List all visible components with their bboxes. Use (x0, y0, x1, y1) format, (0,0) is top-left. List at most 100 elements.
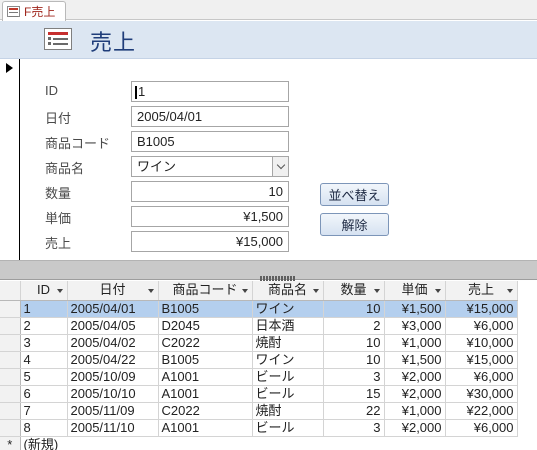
table-cell[interactable]: 2005/10/09 (67, 368, 159, 386)
table-cell[interactable]: ¥2,000 (384, 385, 446, 403)
table-cell[interactable]: A1001 (158, 368, 253, 386)
table-cell[interactable]: 5 (20, 368, 68, 386)
table-cell[interactable] (445, 436, 517, 450)
table-cell[interactable]: 2005/04/01 (67, 300, 159, 318)
table-cell[interactable]: 6 (20, 385, 68, 403)
combo-dropdown-button[interactable] (272, 157, 288, 176)
table-cell[interactable]: 8 (20, 419, 68, 437)
table-cell[interactable]: ¥10,000 (445, 334, 518, 352)
table-cell[interactable]: A1001 (158, 385, 253, 403)
table-cell[interactable] (384, 436, 445, 450)
product-name-combo[interactable]: ワイン (131, 156, 289, 177)
table-cell[interactable]: C2022 (158, 402, 253, 420)
clear-sort-button[interactable]: 解除 (320, 213, 389, 236)
table-row[interactable]: 4 2005/04/22 B1005 ワイン 10 ¥1,500 ¥15,000 (0, 351, 518, 369)
column-header[interactable]: 数量 (323, 281, 385, 301)
column-header[interactable]: 単価 (384, 281, 446, 301)
column-header[interactable]: 日付 (67, 281, 159, 301)
table-cell[interactable]: C2022 (158, 334, 253, 352)
table-cell[interactable]: ワイン (252, 300, 324, 318)
product-code-field[interactable]: B1005 (131, 131, 289, 152)
filter-dropdown-icon[interactable] (434, 289, 441, 293)
table-row[interactable]: 5 2005/10/09 A1001 ビール 3 ¥2,000 ¥6,000 (0, 368, 518, 386)
table-cell[interactable]: ¥6,000 (445, 317, 518, 335)
table-cell[interactable]: ビール (252, 368, 324, 386)
table-cell[interactable]: 10 (323, 351, 385, 369)
column-header[interactable]: 商品名 (252, 281, 324, 301)
table-cell[interactable]: 7 (20, 402, 68, 420)
table-cell[interactable]: ビール (252, 385, 324, 403)
table-cell[interactable] (158, 436, 252, 450)
table-cell[interactable]: 日本酒 (252, 317, 324, 335)
new-record-marker-icon[interactable]: * (0, 436, 21, 450)
row-selector[interactable] (0, 317, 21, 335)
new-record-label[interactable]: (新規) (20, 436, 158, 450)
sort-button[interactable]: 並べ替え (320, 183, 389, 206)
row-selector[interactable] (0, 300, 21, 318)
table-cell[interactable]: 2005/10/10 (67, 385, 159, 403)
table-cell[interactable]: 2005/04/05 (67, 317, 159, 335)
table-cell[interactable]: ¥2,000 (384, 368, 446, 386)
select-all-corner[interactable] (0, 281, 21, 301)
table-cell[interactable]: 3 (20, 334, 68, 352)
table-cell[interactable]: 22 (323, 402, 385, 420)
table-cell[interactable]: A1001 (158, 419, 253, 437)
tab-sales-form[interactable]: F売上 (2, 1, 66, 21)
table-cell[interactable]: 2005/04/02 (67, 334, 159, 352)
date-field[interactable]: 2005/04/01 (131, 106, 289, 127)
row-selector[interactable] (0, 368, 21, 386)
column-header[interactable]: 商品コード (158, 281, 253, 301)
table-row[interactable]: 7 2005/11/09 C2022 焼酎 22 ¥1,000 ¥22,000 (0, 402, 518, 420)
row-selector[interactable] (0, 334, 21, 352)
table-cell[interactable] (252, 436, 323, 450)
filter-dropdown-icon[interactable] (506, 289, 513, 293)
table-cell[interactable]: ¥30,000 (445, 385, 518, 403)
table-cell[interactable]: 2 (323, 317, 385, 335)
id-field[interactable]: 1 (131, 81, 289, 102)
row-selector[interactable] (0, 385, 21, 403)
filter-dropdown-icon[interactable] (373, 289, 380, 293)
table-cell[interactable]: 2005/04/22 (67, 351, 159, 369)
table-cell[interactable]: 3 (323, 368, 385, 386)
table-row[interactable]: 1 2005/04/01 B1005 ワイン 10 ¥1,500 ¥15,000 (0, 300, 518, 318)
table-cell[interactable]: ¥1,500 (384, 300, 446, 318)
table-cell[interactable]: ¥1,000 (384, 402, 446, 420)
filter-dropdown-icon[interactable] (312, 289, 319, 293)
filter-dropdown-icon[interactable] (241, 289, 248, 293)
table-cell[interactable]: ¥15,000 (445, 351, 518, 369)
table-cell[interactable]: ¥2,000 (384, 419, 446, 437)
table-cell[interactable]: 15 (323, 385, 385, 403)
filter-dropdown-icon[interactable] (147, 289, 154, 293)
row-selector[interactable] (0, 402, 21, 420)
table-cell[interactable]: 10 (323, 334, 385, 352)
table-cell[interactable]: ビール (252, 419, 324, 437)
table-cell[interactable]: 焼酎 (252, 334, 324, 352)
table-cell[interactable]: 2005/11/09 (67, 402, 159, 420)
table-cell[interactable]: ¥6,000 (445, 368, 518, 386)
unit-price-field[interactable]: ¥1,500 (131, 206, 289, 227)
table-cell[interactable]: 1 (20, 300, 68, 318)
row-selector[interactable] (0, 419, 21, 437)
table-cell[interactable]: D2045 (158, 317, 253, 335)
sort-ascending-icon[interactable] (56, 289, 63, 293)
table-cell[interactable]: ¥1,000 (384, 334, 446, 352)
table-cell[interactable]: B1005 (158, 300, 253, 318)
column-header[interactable]: ID (20, 281, 68, 301)
record-selector[interactable] (0, 59, 20, 260)
table-cell[interactable]: ¥22,000 (445, 402, 518, 420)
table-cell[interactable] (323, 436, 384, 450)
table-cell[interactable]: B1005 (158, 351, 253, 369)
table-cell[interactable]: 4 (20, 351, 68, 369)
row-selector[interactable] (0, 351, 21, 369)
table-row[interactable]: 3 2005/04/02 C2022 焼酎 10 ¥1,000 ¥10,000 (0, 334, 518, 352)
column-header[interactable]: 売上 (445, 281, 518, 301)
table-cell[interactable]: 10 (323, 300, 385, 318)
quantity-field[interactable]: 10 (131, 181, 289, 202)
table-cell[interactable]: ¥15,000 (445, 300, 518, 318)
table-cell[interactable]: ¥1,500 (384, 351, 446, 369)
new-record-row[interactable]: * (新規) (0, 436, 517, 450)
table-cell[interactable]: 焼酎 (252, 402, 324, 420)
table-cell[interactable]: 3 (323, 419, 385, 437)
sales-field[interactable]: ¥15,000 (131, 231, 289, 252)
table-cell[interactable]: ワイン (252, 351, 324, 369)
